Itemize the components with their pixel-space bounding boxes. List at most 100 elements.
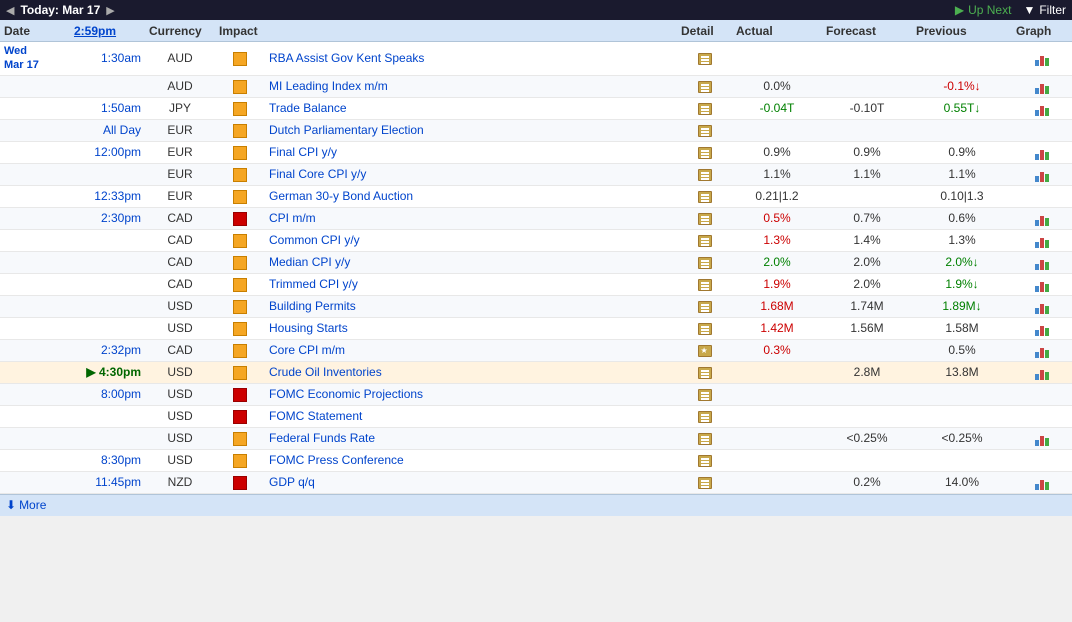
cell-detail[interactable] — [677, 319, 732, 337]
cell-graph[interactable] — [1012, 319, 1072, 338]
cell-graph[interactable] — [1012, 253, 1072, 272]
cell-forecast: 0.9% — [822, 143, 912, 161]
cell-graph[interactable] — [1012, 231, 1072, 250]
cell-event[interactable]: Federal Funds Rate — [265, 429, 677, 447]
table-row[interactable]: EURFinal Core CPI y/y1.1%1.1%1.1% — [0, 164, 1072, 186]
detail-folder-icon — [698, 411, 712, 423]
cell-event[interactable]: FOMC Press Conference — [265, 451, 677, 469]
cell-graph[interactable] — [1012, 458, 1072, 462]
filter-button[interactable]: ▼ Filter — [1023, 3, 1066, 17]
nav-forward-arrow[interactable]: ▶ — [106, 4, 114, 17]
cell-event[interactable]: FOMC Economic Projections — [265, 385, 677, 403]
cell-detail[interactable] — [677, 99, 732, 117]
cell-graph[interactable] — [1012, 392, 1072, 396]
table-row[interactable]: USDFederal Funds Rate<0.25%<0.25% — [0, 428, 1072, 450]
cell-graph[interactable] — [1012, 194, 1072, 198]
cell-graph[interactable] — [1012, 429, 1072, 448]
cell-event[interactable]: Trimmed CPI y/y — [265, 275, 677, 293]
cell-detail[interactable] — [677, 451, 732, 469]
table-row[interactable]: 1:50amJPYTrade Balance-0.04T-0.10T0.55T↓ — [0, 98, 1072, 120]
cell-graph[interactable] — [1012, 363, 1072, 382]
more-button[interactable]: ⬇ More — [6, 498, 46, 512]
cell-graph[interactable] — [1012, 49, 1072, 68]
table-row[interactable]: 8:30pmUSDFOMC Press Conference — [0, 450, 1072, 472]
header-time[interactable]: 2:59pm — [70, 24, 145, 38]
cell-currency: USD — [145, 363, 215, 381]
cell-graph[interactable] — [1012, 209, 1072, 228]
table-row[interactable]: 12:00pmEURFinal CPI y/y0.9%0.9%0.9% — [0, 142, 1072, 164]
cell-detail[interactable] — [677, 231, 732, 249]
table-row[interactable]: USDBuilding Permits1.68M1.74M1.89M↓ — [0, 296, 1072, 318]
cell-graph[interactable] — [1012, 143, 1072, 162]
cell-detail[interactable] — [677, 407, 732, 425]
table-row[interactable]: 12:33pmEURGerman 30-y Bond Auction0.21|1… — [0, 186, 1072, 208]
table-row[interactable]: WedMar 171:30amAUDRBA Assist Gov Kent Sp… — [0, 42, 1072, 76]
cell-previous: 14.0% — [912, 473, 1012, 491]
cell-detail[interactable] — [677, 187, 732, 205]
cell-forecast — [822, 458, 912, 462]
table-row[interactable]: 8:00pmUSDFOMC Economic Projections — [0, 384, 1072, 406]
table-row[interactable]: 2:30pmCADCPI m/m0.5%0.7%0.6% — [0, 208, 1072, 230]
cell-detail[interactable] — [677, 385, 732, 403]
table-row[interactable]: ▶ 4:30pmUSDCrude Oil Inventories2.8M13.8… — [0, 362, 1072, 384]
cell-graph[interactable] — [1012, 473, 1072, 492]
cell-time: All Day — [70, 121, 145, 139]
detail-folder-icon — [698, 103, 712, 115]
cell-event[interactable]: GDP q/q — [265, 473, 677, 491]
table-row[interactable]: 11:45pmNZDGDP q/q0.2%14.0% — [0, 472, 1072, 494]
table-row[interactable]: USDHousing Starts1.42M1.56M1.58M — [0, 318, 1072, 340]
up-next-button[interactable]: ▶ Up Next — [955, 3, 1012, 17]
cell-detail[interactable] — [677, 209, 732, 227]
cell-graph[interactable] — [1012, 414, 1072, 418]
table-row[interactable]: CADCommon CPI y/y1.3%1.4%1.3% — [0, 230, 1072, 252]
cell-event[interactable]: RBA Assist Gov Kent Speaks — [265, 49, 677, 67]
cell-graph[interactable] — [1012, 99, 1072, 118]
cell-event[interactable]: Common CPI y/y — [265, 231, 677, 249]
cell-graph[interactable] — [1012, 341, 1072, 360]
cell-event[interactable]: Final CPI y/y — [265, 143, 677, 161]
table-row[interactable]: CADTrimmed CPI y/y1.9%2.0%1.9%↓ — [0, 274, 1072, 296]
cell-detail[interactable] — [677, 77, 732, 95]
cell-currency: USD — [145, 385, 215, 403]
cell-event[interactable]: Housing Starts — [265, 319, 677, 337]
cell-event[interactable]: MI Leading Index m/m — [265, 77, 677, 95]
cell-event[interactable]: Core CPI m/m — [265, 341, 677, 359]
cell-detail[interactable] — [677, 121, 732, 139]
cell-detail[interactable] — [677, 165, 732, 183]
detail-folder-icon — [698, 389, 712, 401]
header-previous: Previous — [912, 24, 1012, 38]
cell-time: 12:00pm — [70, 143, 145, 161]
cell-detail[interactable] — [677, 341, 732, 359]
cell-event[interactable]: Dutch Parliamentary Election — [265, 121, 677, 139]
cell-detail[interactable] — [677, 473, 732, 491]
cell-event[interactable]: Median CPI y/y — [265, 253, 677, 271]
table-row[interactable]: 2:32pmCADCore CPI m/m0.3%0.5% — [0, 340, 1072, 362]
cell-detail[interactable] — [677, 253, 732, 271]
cell-detail[interactable] — [677, 363, 732, 381]
cell-detail[interactable] — [677, 49, 732, 67]
cell-event[interactable]: Crude Oil Inventories — [265, 363, 677, 381]
table-row[interactable]: USDFOMC Statement — [0, 406, 1072, 428]
cell-graph[interactable] — [1012, 128, 1072, 132]
cell-event[interactable]: Trade Balance — [265, 99, 677, 117]
cell-event[interactable]: FOMC Statement — [265, 407, 677, 425]
cell-detail[interactable] — [677, 275, 732, 293]
table-row[interactable]: CADMedian CPI y/y2.0%2.0%2.0%↓ — [0, 252, 1072, 274]
table-row[interactable]: AUDMI Leading Index m/m0.0%-0.1%↓ — [0, 76, 1072, 98]
cell-event[interactable]: Building Permits — [265, 297, 677, 315]
cell-graph[interactable] — [1012, 165, 1072, 184]
cell-event[interactable]: Final Core CPI y/y — [265, 165, 677, 183]
cell-detail[interactable] — [677, 143, 732, 161]
nav-back-arrow[interactable]: ◀ — [6, 4, 14, 17]
cell-graph[interactable] — [1012, 77, 1072, 96]
cell-date — [0, 282, 70, 286]
table-row[interactable]: All DayEURDutch Parliamentary Election — [0, 120, 1072, 142]
cell-detail[interactable] — [677, 429, 732, 447]
impact-icon-red — [233, 410, 247, 424]
cell-detail[interactable] — [677, 297, 732, 315]
cell-date — [0, 84, 70, 88]
cell-event[interactable]: German 30-y Bond Auction — [265, 187, 677, 205]
cell-event[interactable]: CPI m/m — [265, 209, 677, 227]
cell-graph[interactable] — [1012, 297, 1072, 316]
cell-graph[interactable] — [1012, 275, 1072, 294]
